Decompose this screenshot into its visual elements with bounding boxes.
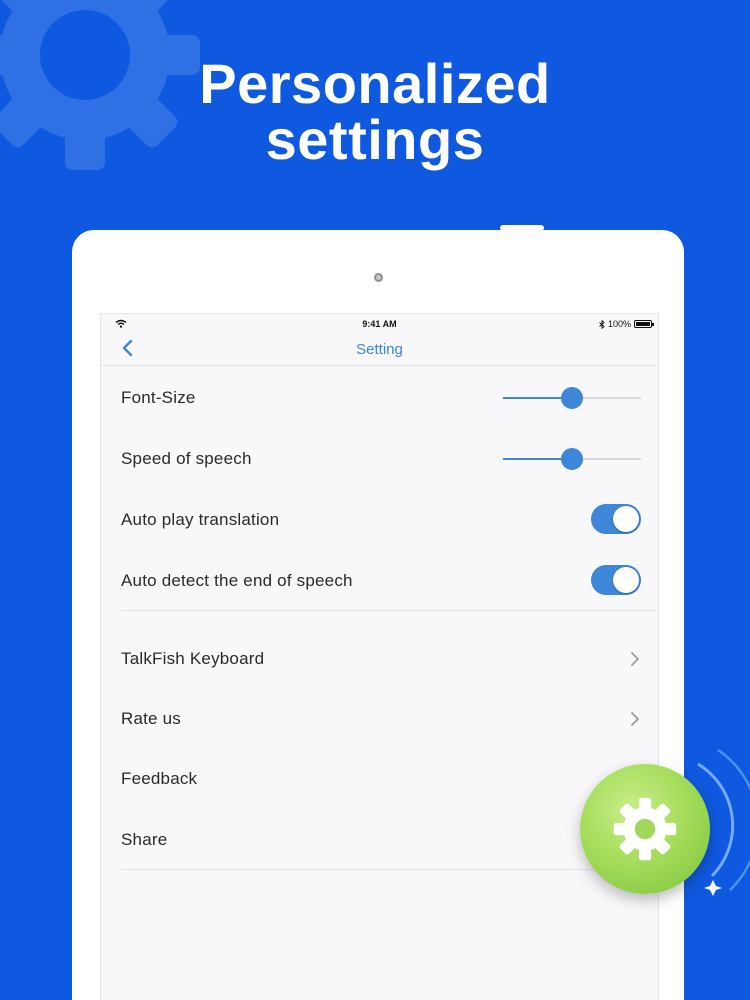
font-size-label: Font-Size — [121, 388, 196, 407]
list-item-keyboard[interactable]: TalkFish Keyboard — [121, 639, 641, 679]
feedback-label: Feedback — [121, 769, 198, 788]
list-item-rate-us[interactable]: Rate us — [121, 699, 641, 739]
toggle-knob — [613, 567, 639, 593]
rate-us-label: Rate us — [121, 709, 181, 728]
front-camera — [374, 273, 383, 282]
auto-detect-label: Auto detect the end of speech — [121, 571, 353, 590]
auto-detect-toggle[interactable] — [591, 565, 641, 595]
share-label: Share — [121, 830, 168, 849]
chevron-right-icon — [631, 652, 639, 666]
headline-line-1: Personalized — [199, 52, 551, 115]
battery-percent: 100% — [607, 319, 631, 329]
status-right: 100% — [599, 319, 654, 329]
status-time: 9:41 AM — [362, 319, 397, 329]
headline-line-2: settings — [265, 108, 485, 171]
navigation-bar: Setting — [101, 334, 658, 366]
gear-icon — [613, 797, 677, 861]
font-size-slider[interactable] — [503, 387, 641, 409]
battery-icon — [634, 320, 654, 328]
toggle-knob — [613, 506, 639, 532]
setting-row-auto-detect: Auto detect the end of speech — [121, 561, 641, 601]
setting-row-auto-play: Auto play translation — [121, 500, 641, 540]
auto-play-label: Auto play translation — [121, 510, 280, 529]
promo-headline: Personalized settings — [0, 56, 750, 168]
setting-row-font-size: Font-Size — [121, 378, 641, 418]
slider-thumb[interactable] — [561, 387, 583, 409]
section-divider — [121, 610, 658, 611]
chevron-right-icon — [631, 712, 639, 726]
page-title: Setting — [356, 341, 403, 358]
speed-slider[interactable] — [503, 448, 641, 470]
auto-play-toggle[interactable] — [591, 504, 641, 534]
bluetooth-icon — [599, 319, 605, 329]
slider-thumb[interactable] — [561, 448, 583, 470]
status-bar: 9:41 AM 100% — [101, 314, 658, 334]
setting-row-speed: Speed of speech — [121, 439, 641, 479]
list-item-share[interactable]: Share — [121, 820, 641, 860]
settings-fab-button[interactable] — [580, 764, 710, 894]
keyboard-label: TalkFish Keyboard — [121, 649, 265, 668]
speed-label: Speed of speech — [121, 449, 252, 468]
list-item-feedback[interactable]: Feedback — [121, 759, 641, 799]
